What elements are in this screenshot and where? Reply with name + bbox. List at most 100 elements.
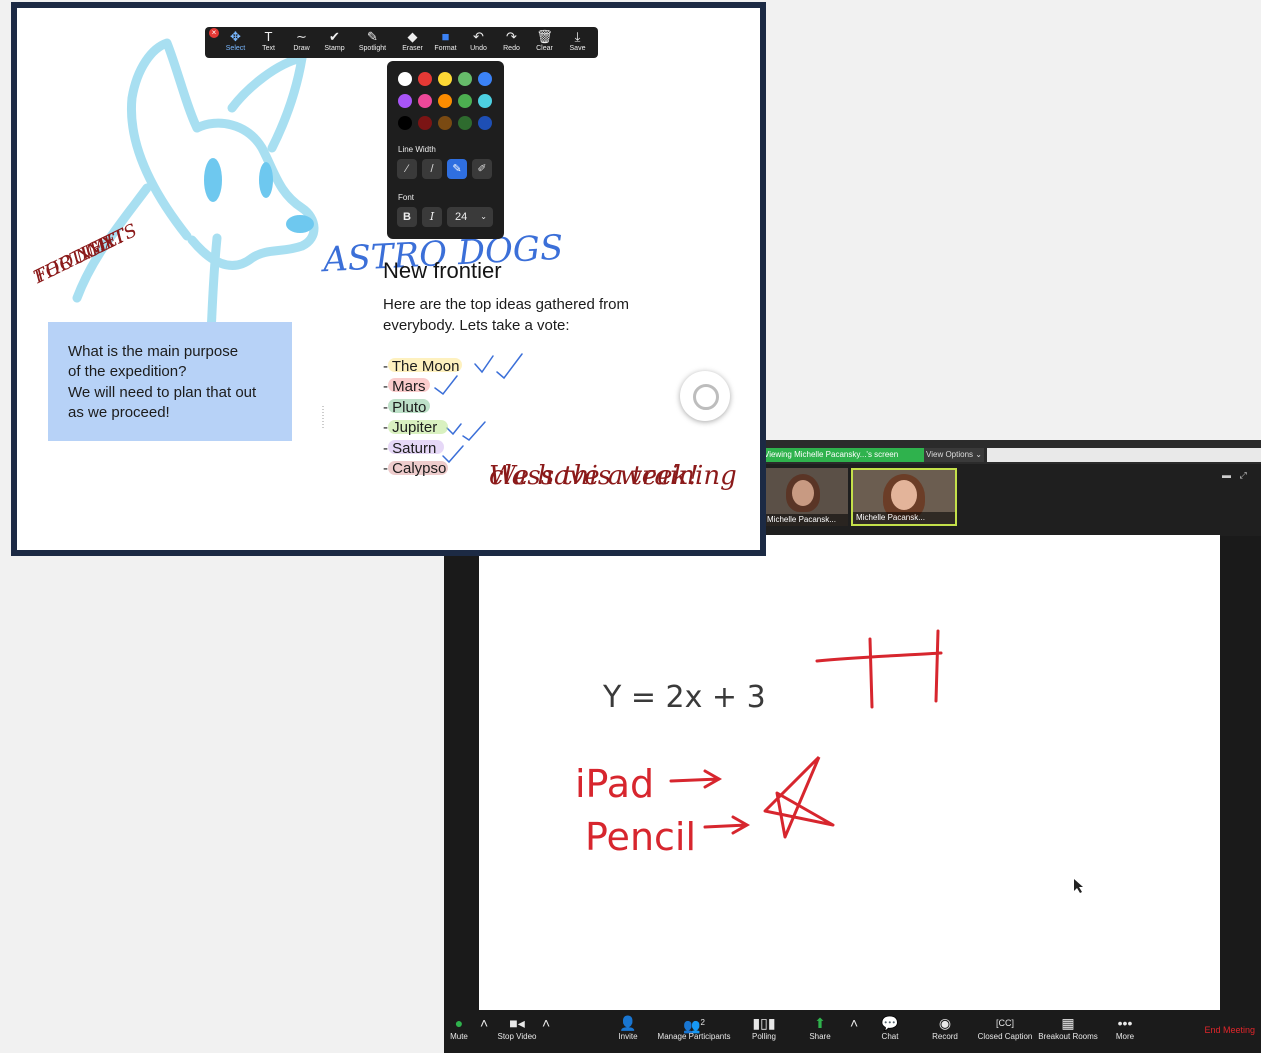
more-button[interactable]: ••• More [1114,1014,1136,1041]
format-icon: ■ [441,29,450,44]
participant-thumbnail[interactable]: Michelle Pacansk... [764,468,848,526]
color-swatch[interactable] [478,116,492,130]
line-width-heavy[interactable]: ✐ [472,159,492,179]
color-swatch[interactable] [458,72,472,86]
dog-left-ear [126,38,202,241]
chat-icon: 💬 [881,1015,899,1031]
participant-count-badge: 2 [700,1018,705,1027]
line-width-label: Line Width [398,145,436,154]
format-tool[interactable]: ■ Format [429,29,462,52]
save-tool[interactable]: ⤓ Save [561,29,594,52]
participant-face [891,480,917,510]
color-swatch[interactable] [418,94,432,108]
mute-button[interactable]: ● Mute [448,1014,470,1041]
color-swatch[interactable] [458,116,472,130]
undo-icon: ↶ [473,29,484,44]
pencil-label: Pencil [585,815,696,859]
vote-item: - Saturn [383,440,437,457]
active-speaker-thumbnail[interactable]: Michelle Pacansk... [851,468,957,526]
chevron-up-icon: ˄ [850,1015,859,1031]
dog-eye-right [259,162,273,198]
red-stroke [815,651,943,663]
breakout-rooms-button[interactable]: ▦ Breakout Rooms [1038,1014,1098,1041]
font-label: Font [398,193,415,202]
line-width-thin[interactable]: ⁄ [397,159,417,179]
more-icon: ••• [1117,1015,1133,1031]
text-icon: T [264,29,273,44]
polling-button[interactable]: ▮▯▮ Polling [746,1014,782,1041]
closed-caption-label: Closed Caption [977,1032,1033,1041]
stamp-icon: ✔ [329,29,340,44]
font-size-value: 24 [455,211,468,223]
polling-icon: ▮▯▮ [752,1015,776,1031]
closed-caption-button[interactable]: [CC] Closed Caption [976,1014,1034,1041]
invite-label: Invite [618,1032,638,1041]
arrow-right-icon [669,769,723,789]
color-swatch[interactable] [398,72,412,86]
select-tool[interactable]: ✥ Select [219,29,252,52]
color-swatch[interactable] [398,94,412,108]
close-annotation-button[interactable]: × [209,28,219,38]
font-size-select[interactable]: 24 ⌄ [447,207,493,227]
color-swatch[interactable] [438,94,452,108]
color-swatch[interactable] [478,94,492,108]
cc-icon: [CC] [996,1018,1014,1028]
whiteboard-drawing: Y = 2x + 3 iPad Pencil [575,629,1083,893]
record-icon: ◉ [938,1015,952,1031]
pen-icon: ✎ [452,163,462,175]
vote-item: - The Moon [383,358,460,375]
share-button[interactable]: ⬆ Share [804,1014,836,1041]
color-swatch[interactable] [438,116,452,130]
end-meeting-button[interactable]: End Meeting [1204,1025,1255,1035]
line-width-thick[interactable]: ✎ [447,159,467,179]
cursor-icon [1074,879,1083,893]
line-medium-icon: / [430,163,434,175]
bold-button[interactable]: B [397,207,417,227]
slide-heading: New frontier [383,258,502,283]
participant-name: Michelle Pacansk... [853,512,955,524]
invite-button[interactable]: 👤 Invite [612,1014,644,1041]
spotlight-tool[interactable]: ✎ Spotlight [354,29,391,52]
participant-face [792,480,814,506]
layout-icon[interactable]: ▬ [1222,470,1231,480]
color-swatch[interactable] [398,116,412,130]
audio-options-chevron[interactable]: ˄ [480,1014,488,1033]
vote-item: - Jupiter [383,419,438,436]
ring-icon [693,384,719,410]
text-tool[interactable]: T Text [252,29,285,52]
color-swatch[interactable] [438,72,452,86]
color-swatch[interactable] [478,72,492,86]
tool-label: Stamp [324,45,345,52]
floating-circle-button[interactable] [680,371,730,421]
invite-icon: 👤 [619,1015,637,1031]
stamp-tool[interactable]: ✔ Stamp [318,29,351,52]
record-button[interactable]: ◉ Record [930,1014,960,1041]
manage-participants-button[interactable]: 👥2 Manage Participants [656,1014,732,1041]
color-swatch[interactable] [418,116,432,130]
trash-icon: 🗑 [536,29,553,44]
view-options-button[interactable]: View Options ⌄ [924,448,984,462]
clear-tool[interactable]: 🗑 Clear [528,29,561,52]
microphone-icon: ● [454,1015,464,1031]
chevron-down-icon: ⌄ [480,212,487,221]
eraser-tool[interactable]: ◆ Eraser [396,29,429,52]
video-options-chevron[interactable]: ˄ [542,1014,550,1033]
line-width-medium[interactable]: / [422,159,442,179]
draw-tool[interactable]: ∼ Draw [285,29,318,52]
tool-label: Redo [503,45,520,52]
italic-button[interactable]: I [422,207,442,227]
undo-tool[interactable]: ↶ Undo [462,29,495,52]
tool-label: Undo [470,45,487,52]
chat-button[interactable]: 💬 Chat [876,1014,904,1041]
breakout-rooms-label: Breakout Rooms [1038,1032,1098,1041]
training-line: class this week! [489,461,699,491]
color-swatch[interactable] [418,72,432,86]
sticky-note[interactable]: What is the main purpose of the expediti… [48,322,292,441]
redo-tool[interactable]: ↷ Redo [495,29,528,52]
shared-whiteboard[interactable]: Y = 2x + 3 iPad Pencil [479,535,1220,1013]
share-options-chevron[interactable]: ˄ [850,1014,858,1033]
color-swatch[interactable] [458,94,472,108]
top-bar-area [987,448,1261,462]
stop-video-button[interactable]: ■◂ Stop Video [494,1014,540,1041]
fullscreen-icon[interactable]: ⤢ [1240,470,1247,480]
